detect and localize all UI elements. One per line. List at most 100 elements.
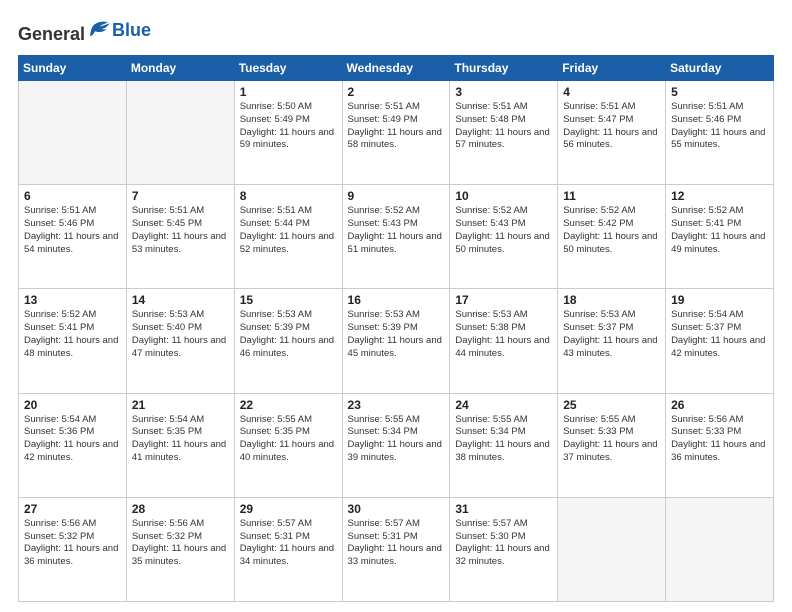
- weekday-header: Sunday: [19, 56, 127, 81]
- day-info: Sunrise: 5:53 AM Sunset: 5:40 PM Dayligh…: [132, 309, 229, 360]
- day-number: 5: [671, 85, 768, 99]
- calendar-week-row: 20Sunrise: 5:54 AM Sunset: 5:36 PM Dayli…: [19, 393, 774, 497]
- logo: General Blue: [18, 16, 151, 45]
- calendar-cell: 5 Sunrise: 5:51 AM Sunset: 5:46 PM Daylig…: [666, 81, 774, 185]
- weekday-header: Friday: [558, 56, 666, 81]
- day-info: Sunrise: 5:50 AM Sunset: 5:49 PM Dayligh…: [240, 101, 337, 152]
- weekday-header: Saturday: [666, 56, 774, 81]
- day-info: Sunrise: 5:55 AM Sunset: 5:35 PM Dayligh…: [240, 414, 337, 465]
- day-number: 28: [132, 502, 229, 516]
- calendar-cell: 20Sunrise: 5:54 AM Sunset: 5:36 PM Dayli…: [19, 393, 127, 497]
- day-number: 9: [348, 189, 445, 203]
- day-number: 23: [348, 398, 445, 412]
- weekday-header: Wednesday: [342, 56, 450, 81]
- day-info: Sunrise: 5:54 AM Sunset: 5:36 PM Dayligh…: [24, 414, 121, 465]
- day-info: Sunrise: 5:53 AM Sunset: 5:38 PM Dayligh…: [455, 309, 552, 360]
- calendar-cell: 17Sunrise: 5:53 AM Sunset: 5:38 PM Dayli…: [450, 289, 558, 393]
- header: General Blue: [18, 16, 774, 45]
- calendar-week-row: 1 Sunrise: 5:50 AM Sunset: 5:49 PM Daylig…: [19, 81, 774, 185]
- calendar-week-row: 27 Sunrise: 5:56 AM Sunset: 5:32 PM Dayli…: [19, 497, 774, 601]
- calendar-cell: 15Sunrise: 5:53 AM Sunset: 5:39 PM Dayli…: [234, 289, 342, 393]
- calendar-cell: 1 Sunrise: 5:50 AM Sunset: 5:49 PM Daylig…: [234, 81, 342, 185]
- day-info: Sunrise: 5:53 AM Sunset: 5:37 PM Dayligh…: [563, 309, 660, 360]
- calendar-cell: 8Sunrise: 5:51 AM Sunset: 5:44 PM Daylig…: [234, 185, 342, 289]
- day-number: 8: [240, 189, 337, 203]
- day-info: Sunrise: 5:53 AM Sunset: 5:39 PM Dayligh…: [240, 309, 337, 360]
- calendar-cell: 21Sunrise: 5:54 AM Sunset: 5:35 PM Dayli…: [126, 393, 234, 497]
- day-number: 27: [24, 502, 121, 516]
- calendar-cell: 28 Sunrise: 5:56 AM Sunset: 5:32 PM Dayli…: [126, 497, 234, 601]
- day-number: 7: [132, 189, 229, 203]
- day-info: Sunrise: 5:54 AM Sunset: 5:37 PM Dayligh…: [671, 309, 768, 360]
- calendar-cell: 2 Sunrise: 5:51 AM Sunset: 5:49 PM Daylig…: [342, 81, 450, 185]
- calendar-cell: [126, 81, 234, 185]
- calendar-cell: 11Sunrise: 5:52 AM Sunset: 5:42 PM Dayli…: [558, 185, 666, 289]
- day-info: Sunrise: 5:51 AM Sunset: 5:49 PM Dayligh…: [348, 101, 445, 152]
- day-number: 24: [455, 398, 552, 412]
- day-info: Sunrise: 5:52 AM Sunset: 5:43 PM Dayligh…: [348, 205, 445, 256]
- calendar-table: SundayMondayTuesdayWednesdayThursdayFrid…: [18, 55, 774, 602]
- day-info: Sunrise: 5:55 AM Sunset: 5:34 PM Dayligh…: [455, 414, 552, 465]
- day-number: 14: [132, 293, 229, 307]
- calendar-cell: 7 Sunrise: 5:51 AM Sunset: 5:45 PM Daylig…: [126, 185, 234, 289]
- day-number: 12: [671, 189, 768, 203]
- day-info: Sunrise: 5:51 AM Sunset: 5:46 PM Dayligh…: [671, 101, 768, 152]
- calendar-cell: 10 Sunrise: 5:52 AM Sunset: 5:43 PM Dayli…: [450, 185, 558, 289]
- calendar-cell: 31 Sunrise: 5:57 AM Sunset: 5:30 PM Dayli…: [450, 497, 558, 601]
- calendar-cell: 19 Sunrise: 5:54 AM Sunset: 5:37 PM Dayli…: [666, 289, 774, 393]
- day-info: Sunrise: 5:52 AM Sunset: 5:42 PM Dayligh…: [563, 205, 660, 256]
- calendar-cell: 24 Sunrise: 5:55 AM Sunset: 5:34 PM Dayli…: [450, 393, 558, 497]
- day-info: Sunrise: 5:51 AM Sunset: 5:46 PM Dayligh…: [24, 205, 121, 256]
- calendar-cell: 25 Sunrise: 5:55 AM Sunset: 5:33 PM Dayli…: [558, 393, 666, 497]
- calendar-cell: [19, 81, 127, 185]
- calendar-cell: 12 Sunrise: 5:52 AM Sunset: 5:41 PM Dayli…: [666, 185, 774, 289]
- day-number: 10: [455, 189, 552, 203]
- day-number: 19: [671, 293, 768, 307]
- day-number: 29: [240, 502, 337, 516]
- day-number: 16: [348, 293, 445, 307]
- logo-general: General: [18, 24, 85, 44]
- day-info: Sunrise: 5:52 AM Sunset: 5:41 PM Dayligh…: [24, 309, 121, 360]
- day-info: Sunrise: 5:53 AM Sunset: 5:39 PM Dayligh…: [348, 309, 445, 360]
- calendar-cell: 13 Sunrise: 5:52 AM Sunset: 5:41 PM Dayli…: [19, 289, 127, 393]
- calendar-week-row: 6 Sunrise: 5:51 AM Sunset: 5:46 PM Daylig…: [19, 185, 774, 289]
- calendar-cell: 18 Sunrise: 5:53 AM Sunset: 5:37 PM Dayli…: [558, 289, 666, 393]
- day-number: 31: [455, 502, 552, 516]
- day-info: Sunrise: 5:51 AM Sunset: 5:47 PM Dayligh…: [563, 101, 660, 152]
- day-number: 26: [671, 398, 768, 412]
- calendar-cell: 3Sunrise: 5:51 AM Sunset: 5:48 PM Daylig…: [450, 81, 558, 185]
- calendar-cell: 27 Sunrise: 5:56 AM Sunset: 5:32 PM Dayli…: [19, 497, 127, 601]
- day-info: Sunrise: 5:51 AM Sunset: 5:45 PM Dayligh…: [132, 205, 229, 256]
- day-number: 3: [455, 85, 552, 99]
- day-info: Sunrise: 5:56 AM Sunset: 5:32 PM Dayligh…: [24, 518, 121, 569]
- calendar-week-row: 13 Sunrise: 5:52 AM Sunset: 5:41 PM Dayli…: [19, 289, 774, 393]
- logo-blue-text: Blue: [112, 20, 151, 41]
- day-info: Sunrise: 5:52 AM Sunset: 5:43 PM Dayligh…: [455, 205, 552, 256]
- day-number: 1: [240, 85, 337, 99]
- calendar-cell: 29 Sunrise: 5:57 AM Sunset: 5:31 PM Dayli…: [234, 497, 342, 601]
- calendar-cell: 9 Sunrise: 5:52 AM Sunset: 5:43 PM Daylig…: [342, 185, 450, 289]
- calendar-cell: 30Sunrise: 5:57 AM Sunset: 5:31 PM Dayli…: [342, 497, 450, 601]
- day-info: Sunrise: 5:57 AM Sunset: 5:31 PM Dayligh…: [240, 518, 337, 569]
- calendar-cell: 26 Sunrise: 5:56 AM Sunset: 5:33 PM Dayli…: [666, 393, 774, 497]
- day-info: Sunrise: 5:52 AM Sunset: 5:41 PM Dayligh…: [671, 205, 768, 256]
- day-number: 2: [348, 85, 445, 99]
- day-number: 6: [24, 189, 121, 203]
- page: General Blue SundayMondayTuesdayWednesda…: [0, 0, 792, 612]
- weekday-header: Tuesday: [234, 56, 342, 81]
- day-number: 18: [563, 293, 660, 307]
- calendar-cell: [558, 497, 666, 601]
- day-number: 25: [563, 398, 660, 412]
- day-info: Sunrise: 5:56 AM Sunset: 5:32 PM Dayligh…: [132, 518, 229, 569]
- day-info: Sunrise: 5:54 AM Sunset: 5:35 PM Dayligh…: [132, 414, 229, 465]
- day-number: 22: [240, 398, 337, 412]
- day-info: Sunrise: 5:56 AM Sunset: 5:33 PM Dayligh…: [671, 414, 768, 465]
- calendar-cell: 14 Sunrise: 5:53 AM Sunset: 5:40 PM Dayli…: [126, 289, 234, 393]
- day-number: 13: [24, 293, 121, 307]
- calendar-header-row: SundayMondayTuesdayWednesdayThursdayFrid…: [19, 56, 774, 81]
- day-number: 4: [563, 85, 660, 99]
- calendar-cell: 4 Sunrise: 5:51 AM Sunset: 5:47 PM Daylig…: [558, 81, 666, 185]
- day-info: Sunrise: 5:55 AM Sunset: 5:34 PM Dayligh…: [348, 414, 445, 465]
- day-info: Sunrise: 5:57 AM Sunset: 5:30 PM Dayligh…: [455, 518, 552, 569]
- day-info: Sunrise: 5:55 AM Sunset: 5:33 PM Dayligh…: [563, 414, 660, 465]
